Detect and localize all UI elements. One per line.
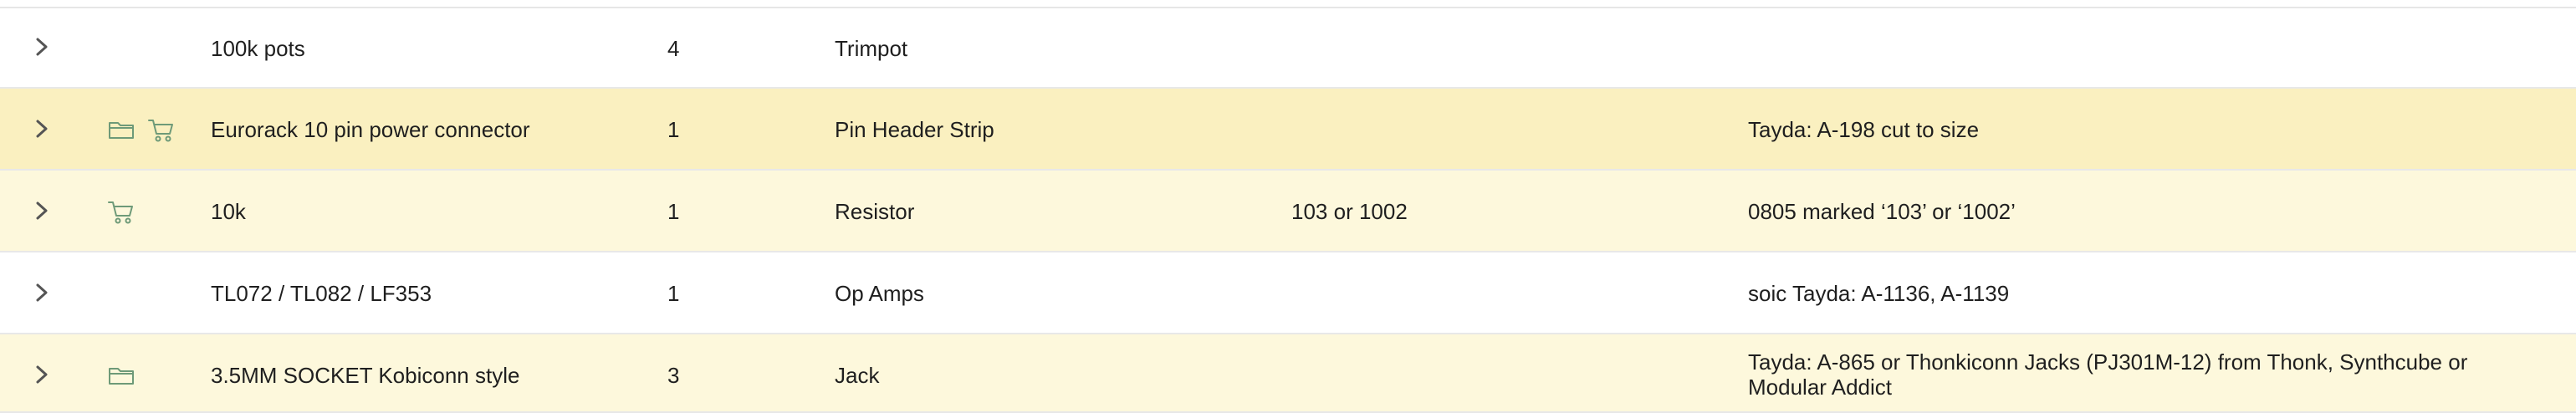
part-category: Resistor [835, 199, 915, 224]
folder-icon[interactable] [107, 115, 135, 144]
part-name: 3.5MM SOCKET Kobiconn style [211, 363, 520, 388]
part-name: 10k [211, 199, 246, 224]
parts-table: 100k pots 4 Trimpot Eurorack 10 pin powe… [0, 0, 2576, 418]
part-quantity: 3 [667, 363, 680, 388]
table-row[interactable]: TL072 / TL082 / LF353 1 Op Amps soic Tay… [0, 252, 2576, 334]
table-row[interactable]: Eurorack 10 pin power connector 1 Pin He… [0, 89, 2576, 171]
part-category: Jack [835, 363, 880, 388]
part-notes: 0805 marked ‘103’ or ‘1002’ [1748, 199, 2016, 224]
part-name: 100k pots [211, 36, 305, 61]
part-quantity: 1 [667, 199, 680, 224]
chevron-right-icon[interactable] [30, 35, 54, 59]
folder-icon[interactable] [107, 361, 135, 390]
part-value: 103 or 1002 [1291, 199, 1408, 224]
part-category: Pin Header Strip [835, 117, 994, 142]
part-quantity: 4 [667, 36, 680, 61]
part-notes: Tayda: A-865 or Thonkiconn Jacks (PJ301M… [1748, 349, 2468, 400]
chevron-right-icon[interactable] [30, 199, 54, 222]
part-category: Op Amps [835, 281, 924, 306]
table-row[interactable]: 3.5MM SOCKET Kobiconn style 3 Jack Tayda… [0, 334, 2576, 413]
table-row[interactable]: 100k pots 4 Trimpot [0, 8, 2576, 89]
part-name: TL072 / TL082 / LF353 [211, 281, 432, 306]
part-notes: Tayda: A-198 cut to size [1748, 117, 1980, 142]
chevron-right-icon[interactable] [30, 117, 54, 140]
cart-icon[interactable] [147, 115, 176, 144]
part-name: Eurorack 10 pin power connector [211, 117, 530, 142]
chevron-right-icon[interactable] [30, 281, 54, 304]
chevron-right-icon[interactable] [30, 363, 54, 386]
part-quantity: 1 [667, 117, 680, 142]
part-notes: soic Tayda: A-1136, A-1139 [1748, 281, 2010, 306]
part-category: Trimpot [835, 36, 908, 61]
part-quantity: 1 [667, 281, 680, 306]
table-row[interactable]: 10k 1 Resistor 103 or 1002 0805 marked ‘… [0, 171, 2576, 252]
cart-icon[interactable] [107, 197, 135, 226]
